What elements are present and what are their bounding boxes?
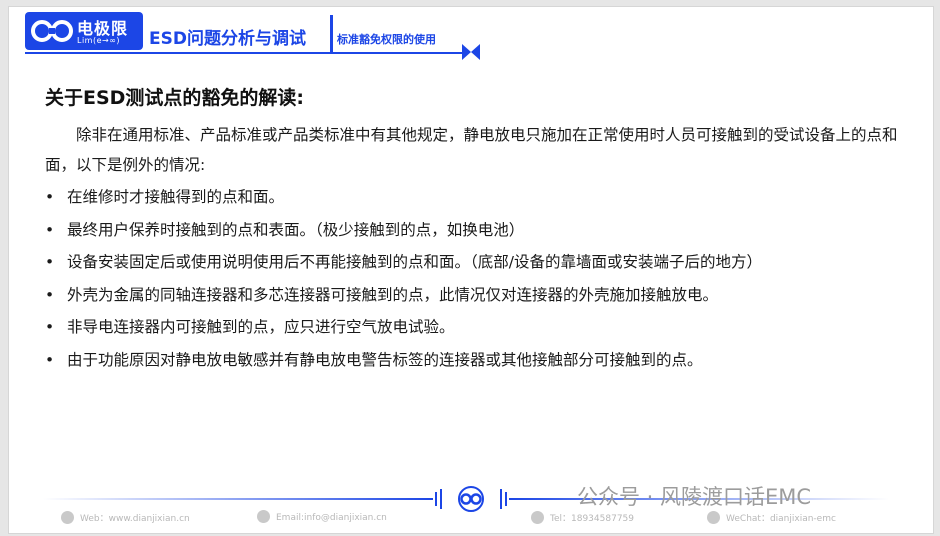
phone-icon	[531, 511, 544, 524]
header-rule	[25, 52, 465, 54]
monitor-icon	[61, 511, 74, 524]
list-item: • 外壳为金属的同轴连接器和多芯连接器可接触到的点，此情况仅对连接器的外壳施加接触…	[45, 279, 762, 312]
wechat-small-icon	[707, 511, 720, 524]
bullet-dot: •	[45, 188, 55, 206]
list-item-text: 在维修时才接触得到的点和面。	[67, 188, 285, 206]
list-item: • 设备安装固定后或使用说明使用后不再能接触到的点和面。（底部/设备的靠墙面或安装…	[45, 246, 762, 279]
list-item: • 在维修时才接触得到的点和面。	[45, 181, 762, 214]
bowtie-icon	[462, 44, 480, 60]
footer-infinity-logo-icon	[435, 486, 507, 512]
list-item-text: 设备安装固定后或使用说明使用后不再能接触到的点和面。（底部/设备的靠墙面或安装端…	[67, 253, 762, 272]
footer-web: Web：www.dianjixian.cn	[61, 511, 190, 525]
list-item: • 由于功能原因对静电放电敏感并有静电放电警告标签的连接器或其他接触部分可接触到的…	[45, 344, 762, 377]
bullet-dot: •	[45, 350, 55, 369]
footer-email: Email:info@dianjixian.cn	[257, 510, 387, 524]
bullet-dot: •	[45, 285, 55, 304]
list-item-text: 由于功能原因对静电放电敏感并有静电放电警告标签的连接器或其他接触部分可接触到的点…	[67, 350, 703, 369]
footer-rule-left	[43, 498, 433, 500]
bullet-dot: •	[45, 318, 55, 337]
content-heading: 关于ESD测试点的豁免的解读:	[45, 87, 305, 109]
bullet-dot: •	[45, 253, 55, 272]
list-item: • 非导电连接器内可接触到的点，应只进行空气放电试验。	[45, 311, 762, 344]
infinity-logo-icon	[31, 20, 73, 42]
list-item: • 最终用户保养时接触到的点和表面。（极少接触到的点，如换电池）	[45, 214, 762, 247]
watermark: 公众号 · 风陵渡口话EMC	[577, 485, 812, 509]
list-item-text: 外壳为金属的同轴连接器和多芯连接器可接触到的点，此情况仅对连接器的外壳施加接触放…	[67, 285, 719, 304]
intro-paragraph: 除非在通用标准、产品标准或产品类标准中有其他规定，静电放电只施加在正常使用时人员…	[45, 126, 898, 174]
footer-tel: Tel：18934587759	[531, 511, 634, 525]
slide: 电极限 Lim(e→∞) ESD问题分析与调试 标准豁免权限的使用 关于ESD测…	[8, 6, 934, 534]
exception-list: • 在维修时才接触得到的点和面。 • 最终用户保养时接触到的点和表面。（极少接触到的…	[45, 181, 762, 377]
page-title: ESD问题分析与调试	[149, 29, 306, 49]
header-divider	[330, 15, 333, 53]
bullet-dot: •	[45, 220, 55, 239]
brand-logo: 电极限 Lim(e→∞)	[25, 12, 143, 50]
page-subtitle: 标准豁免权限的使用	[337, 33, 436, 46]
list-item-text: 非导电连接器内可接触到的点，应只进行空气放电试验。	[67, 318, 455, 337]
list-item-text: 最终用户保养时接触到的点和表面。（极少接触到的点，如换电池）	[67, 220, 525, 239]
mail-icon	[257, 510, 270, 523]
logo-text-en: Lim(e→∞)	[77, 36, 121, 45]
footer-wechat: WeChat：dianjixian-emc	[707, 511, 836, 525]
